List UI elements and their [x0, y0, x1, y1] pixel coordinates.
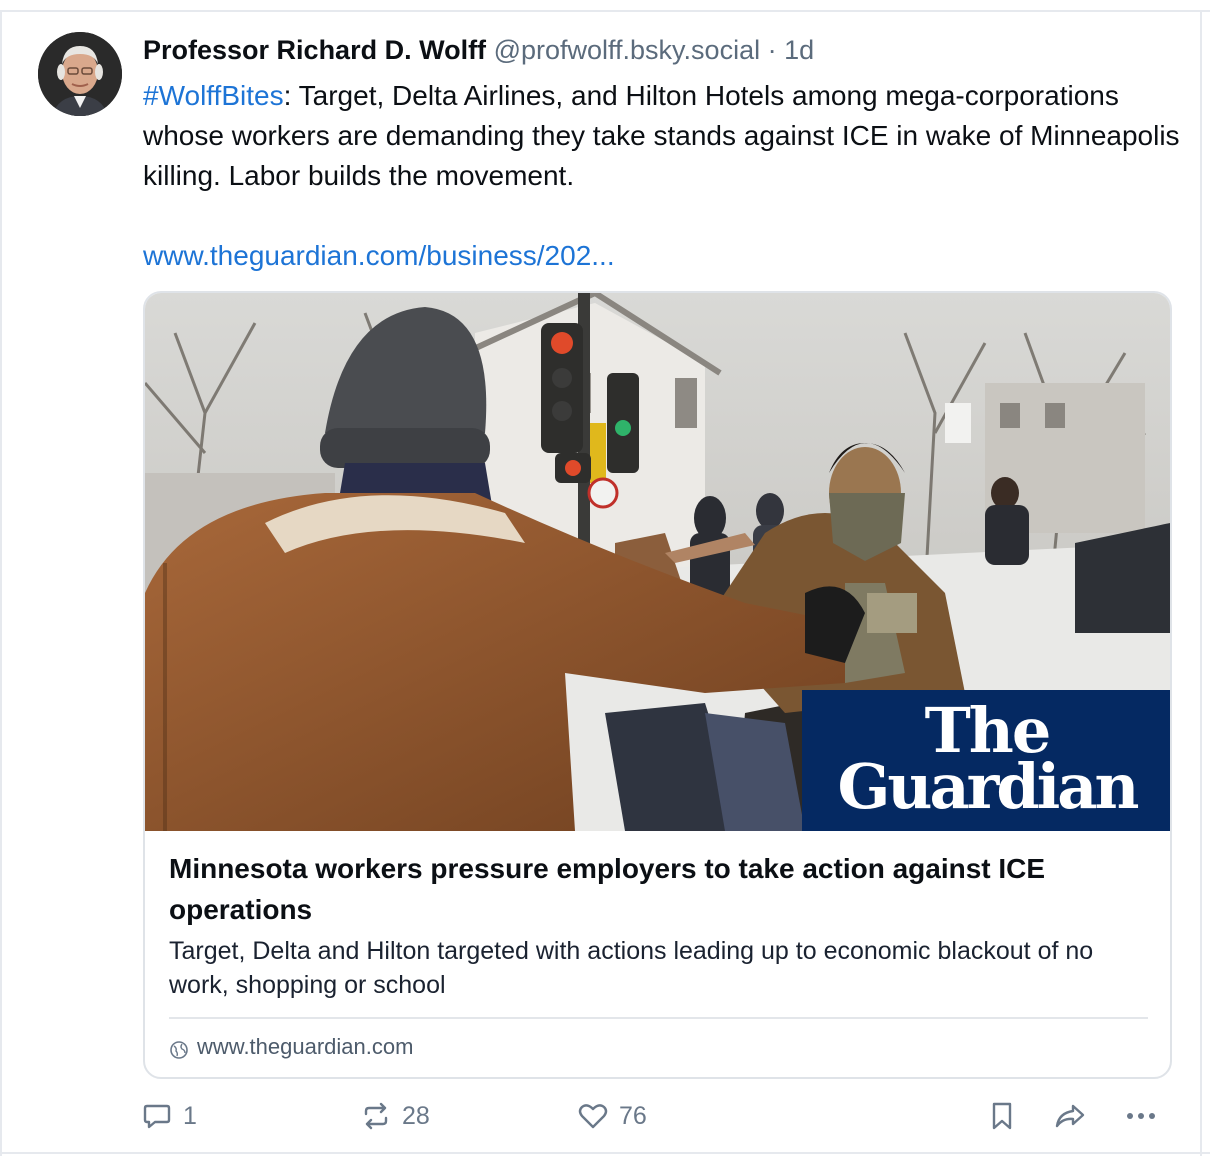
author-handle[interactable]: @profwolff.bsky.social: [494, 35, 761, 65]
bookmark-button[interactable]: [986, 1090, 1018, 1142]
card-divider: [169, 1017, 1148, 1019]
post-external-link[interactable]: www.theguardian.com/business/202...: [143, 236, 615, 276]
card-domain-text: www.theguardian.com: [197, 1034, 414, 1059]
share-icon: [1053, 1100, 1087, 1132]
post-actions-bar: 1 28 76: [0, 1090, 1210, 1142]
repost-icon: [360, 1100, 392, 1132]
frame-border-top: [0, 10, 1210, 12]
more-options-button[interactable]: [1123, 1090, 1159, 1142]
guardian-logo-line2: Guardian: [837, 750, 1139, 823]
like-count: 76: [619, 1101, 647, 1130]
repost-count: 28: [402, 1101, 430, 1130]
post-body-text: : Target, Delta Airlines, and Hilton Hot…: [143, 80, 1180, 191]
post-body: #WolffBites: Target, Delta Airlines, and…: [143, 76, 1183, 196]
card-title[interactable]: Minnesota workers pressure employers to …: [169, 848, 1149, 930]
author-name[interactable]: Professor Richard D. Wolff: [143, 35, 486, 65]
reply-count: 1: [183, 1101, 197, 1130]
share-button[interactable]: [1053, 1090, 1087, 1142]
link-preview-card[interactable]: The Guardian Minnesota workers pressure …: [143, 291, 1172, 1079]
frame-border-right: [1200, 10, 1202, 1156]
guardian-logo: The Guardian: [802, 690, 1170, 831]
post-header: Professor Richard D. Wolff @profwolff.bs…: [143, 32, 814, 68]
more-icon: [1123, 1100, 1159, 1132]
post-timestamp[interactable]: 1d: [784, 35, 814, 65]
reply-button[interactable]: 1: [141, 1090, 197, 1142]
frame-border-left: [0, 10, 2, 1156]
card-domain: www.theguardian.com: [169, 1031, 413, 1063]
header-separator: ·: [767, 35, 777, 65]
card-description: Target, Delta and Hilton targeted with a…: [169, 937, 1094, 999]
bookmark-icon: [986, 1100, 1018, 1132]
frame-border-bottom: [0, 1152, 1210, 1154]
author-avatar[interactable]: [38, 32, 122, 116]
repost-button[interactable]: 28: [360, 1090, 430, 1142]
reply-icon: [141, 1100, 173, 1132]
globe-icon: [169, 1037, 189, 1059]
hashtag-link[interactable]: #WolffBites: [143, 80, 284, 111]
heart-icon: [577, 1100, 609, 1132]
card-thumbnail: The Guardian: [145, 293, 1170, 831]
like-button[interactable]: 76: [577, 1090, 647, 1142]
